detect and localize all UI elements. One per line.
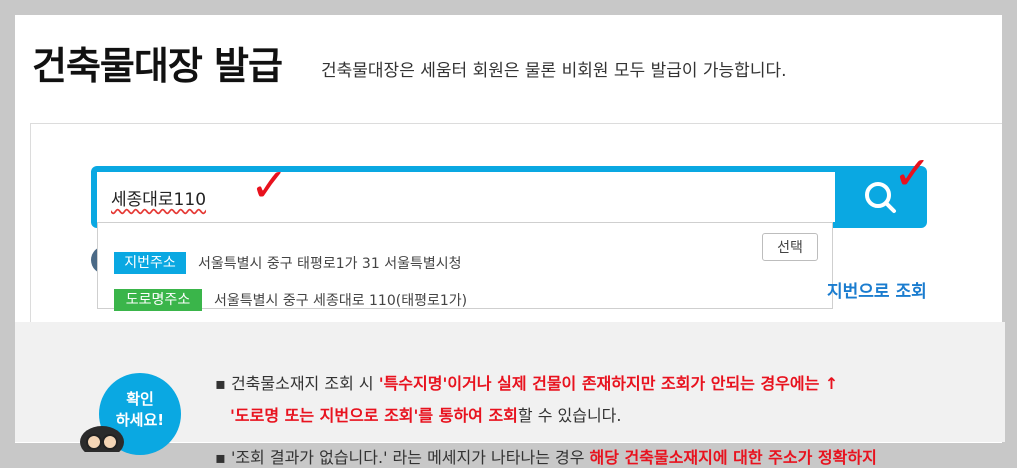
suggestion-road[interactable]: 도로명주소 서울특별시 중구 세종대로 110(태평로1가) bbox=[114, 289, 467, 311]
page-title: 건축물대장 발급 bbox=[32, 44, 283, 88]
jibun-badge: 지번주소 bbox=[114, 252, 186, 274]
jibun-search-link[interactable]: 지번으로 조회 bbox=[827, 277, 927, 302]
info-line-2: '도로명 또는 지번으로 조회'를 통하여 조회할 수 있습니다. bbox=[230, 402, 621, 426]
info-highlight: '특수지명'이거나 실제 건물이 존재하지만 조회가 안되는 경우에는 ↑ bbox=[378, 374, 839, 393]
suggestion-jibun[interactable]: 지번주소 서울특별시 중구 태평로1가 31 서울특별시청 bbox=[114, 252, 461, 274]
select-button[interactable]: 선택 bbox=[762, 233, 818, 261]
autocomplete-dropdown: 지번주소 서울특별시 중구 태평로1가 31 서울특별시청 선택 도로명주소 서… bbox=[97, 222, 833, 311]
search-input-value: 세종대로110 bbox=[111, 189, 207, 210]
info-text: 건축물소재지 조회 시 bbox=[230, 374, 379, 393]
confirm-badge-line: 확인 bbox=[126, 390, 154, 408]
road-badge: 도로명주소 bbox=[114, 289, 202, 311]
character-illustration bbox=[80, 426, 124, 452]
info-text: 할 수 있습니다. bbox=[517, 406, 622, 425]
check-mark-icon: ✓ bbox=[893, 146, 932, 200]
search-input[interactable]: 세종대로110 bbox=[97, 172, 835, 222]
info-highlight: '도로명 또는 지번으로 조회'를 통하여 조회 bbox=[230, 406, 518, 425]
page-subtitle: 건축물대장은 세움터 회원은 물론 비회원 모두 발급이 가능합니다. bbox=[321, 61, 787, 81]
suggestion-address: 서울특별시 중구 태평로1가 31 서울특별시청 bbox=[198, 256, 462, 272]
info-line-3: ▪ '조회 결과가 없습니다.' 라는 메세지가 나타나는 경우 해당 건축물소… bbox=[215, 448, 877, 467]
suggestion-address: 서울특별시 중구 세종대로 110(태평로1가) bbox=[214, 293, 468, 309]
info-line-1: ▪ 건축물소재지 조회 시 '특수지명'이거나 실제 건물이 존재하지만 조회가… bbox=[215, 374, 839, 393]
check-mark-icon: ✓ bbox=[250, 158, 289, 212]
